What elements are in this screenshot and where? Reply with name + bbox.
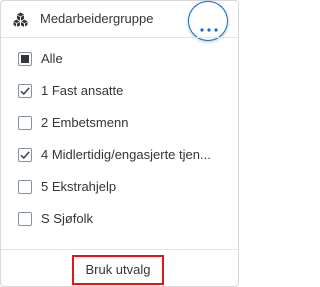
option-item-alle[interactable]: Alle: [1, 43, 238, 75]
option-label: 4 Midlertidig/engasjerte tjen...: [41, 147, 211, 162]
option-item-sjofolk[interactable]: S Sjøfolk: [1, 203, 238, 235]
more-options-icon: [200, 19, 218, 32]
option-label: 5 Ekstrahjelp: [41, 179, 117, 194]
checkmark-icon: [20, 151, 30, 160]
header-divider: [1, 37, 238, 38]
cube-cluster-icon: [13, 12, 28, 27]
option-item-embetsmenn[interactable]: 2 Embetsmenn: [1, 107, 238, 139]
checkbox[interactable]: [18, 116, 32, 130]
more-options-button[interactable]: [188, 1, 228, 41]
checkbox[interactable]: [18, 148, 32, 162]
option-label: S Sjøfolk: [41, 211, 94, 226]
option-item-ekstrahjelp[interactable]: 5 Ekstrahjelp: [1, 171, 238, 203]
checkmark-icon: [20, 87, 30, 96]
partial-check-icon: [21, 55, 29, 63]
option-label: 1 Fast ansatte: [41, 83, 124, 98]
panel-title: Medarbeidergruppe: [40, 11, 154, 26]
option-item-midlertidig[interactable]: 4 Midlertidig/engasjerte tjen...: [1, 139, 238, 171]
option-item-fast-ansatte[interactable]: 1 Fast ansatte: [1, 75, 238, 107]
apply-selection-button[interactable]: Bruk utvalg: [72, 255, 164, 285]
option-label: 2 Embetsmenn: [41, 115, 129, 130]
checkbox[interactable]: [18, 52, 32, 66]
checkbox[interactable]: [18, 84, 32, 98]
checkbox[interactable]: [18, 212, 32, 226]
filter-panel: Medarbeidergruppe Alle 1 Fast ansatte 2 …: [0, 0, 239, 287]
checkbox[interactable]: [18, 180, 32, 194]
option-label: Alle: [41, 51, 63, 66]
panel-header: Medarbeidergruppe: [1, 1, 238, 41]
footer-divider: [1, 249, 238, 250]
